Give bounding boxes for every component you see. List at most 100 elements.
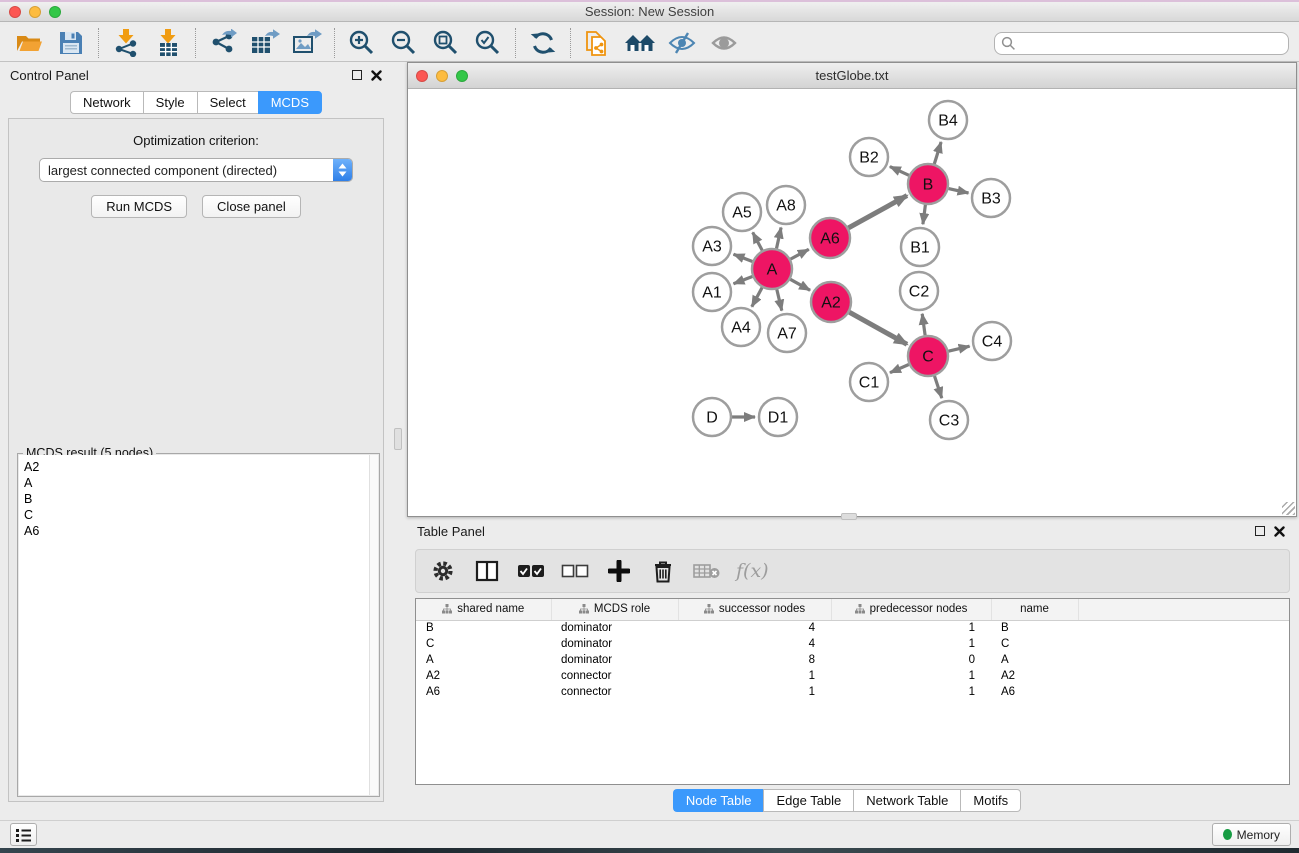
tab-select[interactable]: Select (197, 91, 258, 114)
delete-row-button[interactable] (648, 556, 678, 586)
table-cell[interactable]: connector (551, 668, 678, 684)
graph-node-A8[interactable]: A8 (767, 186, 805, 224)
table-cell[interactable]: dominator (551, 636, 678, 652)
table-cell[interactable]: dominator (551, 620, 678, 636)
graph-edge-C-C1[interactable] (890, 365, 909, 373)
maximize-window-button[interactable] (49, 6, 61, 18)
table-tab-motifs[interactable]: Motifs (960, 789, 1021, 812)
graph-edge-A-A6[interactable] (791, 249, 809, 259)
graph-node-A3[interactable]: A3 (693, 227, 731, 265)
open-session-button[interactable] (8, 27, 50, 59)
import-table-button[interactable] (147, 27, 189, 59)
tab-network[interactable]: Network (70, 91, 143, 114)
hide-panels-button[interactable] (661, 27, 703, 59)
table-cell[interactable]: B (991, 620, 1078, 636)
task-history-button[interactable] (10, 823, 37, 846)
refresh-layout-button[interactable] (522, 27, 564, 59)
graph-edge-B-B1[interactable] (923, 205, 926, 224)
graph-node-A[interactable]: A (752, 249, 792, 289)
column-header-MCDS-role[interactable]: MCDS role (551, 599, 678, 620)
home-button[interactable] (619, 27, 661, 59)
zoom-selected-button[interactable] (467, 27, 509, 59)
graph-edge-A-A3[interactable] (734, 254, 753, 261)
table-cell[interactable]: 0 (831, 652, 991, 668)
column-header-successor-nodes[interactable]: successor nodes (678, 599, 831, 620)
table-cell[interactable]: A2 (991, 668, 1078, 684)
table-cell[interactable]: 1 (678, 668, 831, 684)
graph-node-A6[interactable]: A6 (810, 218, 850, 258)
table-row[interactable]: Adominator80A (416, 652, 1290, 668)
show-column-button[interactable] (472, 556, 502, 586)
deselect-all-button[interactable] (560, 556, 590, 586)
tab-mcds[interactable]: MCDS (258, 91, 322, 114)
minimize-window-button[interactable] (29, 6, 41, 18)
result-item[interactable]: A6 (24, 523, 378, 539)
show-panels-button[interactable] (703, 27, 745, 59)
save-session-button[interactable] (50, 27, 92, 59)
table-cell[interactable]: 1 (831, 636, 991, 652)
graph-edge-B-B3[interactable] (949, 189, 969, 193)
table-tab-network-table[interactable]: Network Table (853, 789, 960, 812)
settings-gear-button[interactable] (428, 556, 458, 586)
result-item[interactable]: A (24, 475, 378, 491)
graph-edge-A-A8[interactable] (777, 228, 782, 249)
import-network-button[interactable] (105, 27, 147, 59)
select-all-button[interactable] (516, 556, 546, 586)
graph-node-C4[interactable]: C4 (973, 322, 1011, 360)
table-cell[interactable]: 1 (831, 684, 991, 700)
graph-node-C3[interactable]: C3 (930, 401, 968, 439)
result-scrollbar[interactable] (369, 455, 378, 795)
table-cell[interactable]: A6 (416, 684, 551, 700)
table-cell[interactable]: C (991, 636, 1078, 652)
table-cell[interactable]: 1 (831, 668, 991, 684)
table-cell[interactable]: B (416, 620, 551, 636)
column-header-name[interactable]: name (991, 599, 1078, 620)
network-maximize-button[interactable] (456, 70, 468, 82)
graph-node-A1[interactable]: A1 (693, 273, 731, 311)
close-panel-icon[interactable] (371, 70, 382, 81)
table-row[interactable]: Bdominator41B (416, 620, 1290, 636)
vertical-splitter-handle[interactable] (394, 428, 402, 450)
table-cell[interactable]: 4 (678, 620, 831, 636)
result-item[interactable]: C (24, 507, 378, 523)
graph-node-A7[interactable]: A7 (768, 314, 806, 352)
table-cell[interactable]: 4 (678, 636, 831, 652)
graph-edge-B-B4[interactable] (934, 142, 941, 164)
network-close-button[interactable] (416, 70, 428, 82)
export-image-button[interactable] (286, 27, 328, 59)
float-panel-icon[interactable] (352, 70, 362, 80)
close-panel-button[interactable]: Close panel (202, 195, 301, 218)
table-cell[interactable]: 1 (678, 684, 831, 700)
network-minimize-button[interactable] (436, 70, 448, 82)
graph-node-C2[interactable]: C2 (900, 272, 938, 310)
graph-edge-A-A7[interactable] (777, 289, 782, 310)
table-cell[interactable]: A6 (991, 684, 1078, 700)
close-window-button[interactable] (9, 6, 21, 18)
result-item[interactable]: A2 (24, 459, 378, 475)
graph-node-B3[interactable]: B3 (972, 179, 1010, 217)
clone-network-button[interactable] (577, 27, 619, 59)
graph-node-D1[interactable]: D1 (759, 398, 797, 436)
graph-node-C[interactable]: C (908, 336, 948, 376)
graph-edge-A2-C[interactable] (849, 312, 907, 344)
add-row-button[interactable] (604, 556, 634, 586)
table-row[interactable]: A2connector11A2 (416, 668, 1290, 684)
table-cell[interactable]: dominator (551, 652, 678, 668)
table-cell[interactable]: 8 (678, 652, 831, 668)
graph-edge-A6-B[interactable] (848, 196, 907, 228)
close-table-panel-icon[interactable] (1274, 526, 1285, 537)
graph-node-D[interactable]: D (693, 398, 731, 436)
graph-node-B2[interactable]: B2 (850, 138, 888, 176)
table-cell[interactable]: A2 (416, 668, 551, 684)
result-item[interactable]: B (24, 491, 378, 507)
zoom-in-button[interactable] (341, 27, 383, 59)
column-header-shared-name[interactable]: shared name (416, 599, 551, 620)
graph-edge-A-A1[interactable] (734, 277, 753, 284)
graph-node-A4[interactable]: A4 (722, 308, 760, 346)
graph-edge-C-C2[interactable] (922, 314, 925, 335)
table-cell[interactable]: connector (551, 684, 678, 700)
graph-node-B[interactable]: B (908, 164, 948, 204)
network-graph[interactable]: B4B2BB3B1A5A8A6A3AA1A2C2A4A7C4CC1C3DD1 (408, 89, 1296, 516)
export-table-button[interactable] (244, 27, 286, 59)
graph-node-B4[interactable]: B4 (929, 101, 967, 139)
